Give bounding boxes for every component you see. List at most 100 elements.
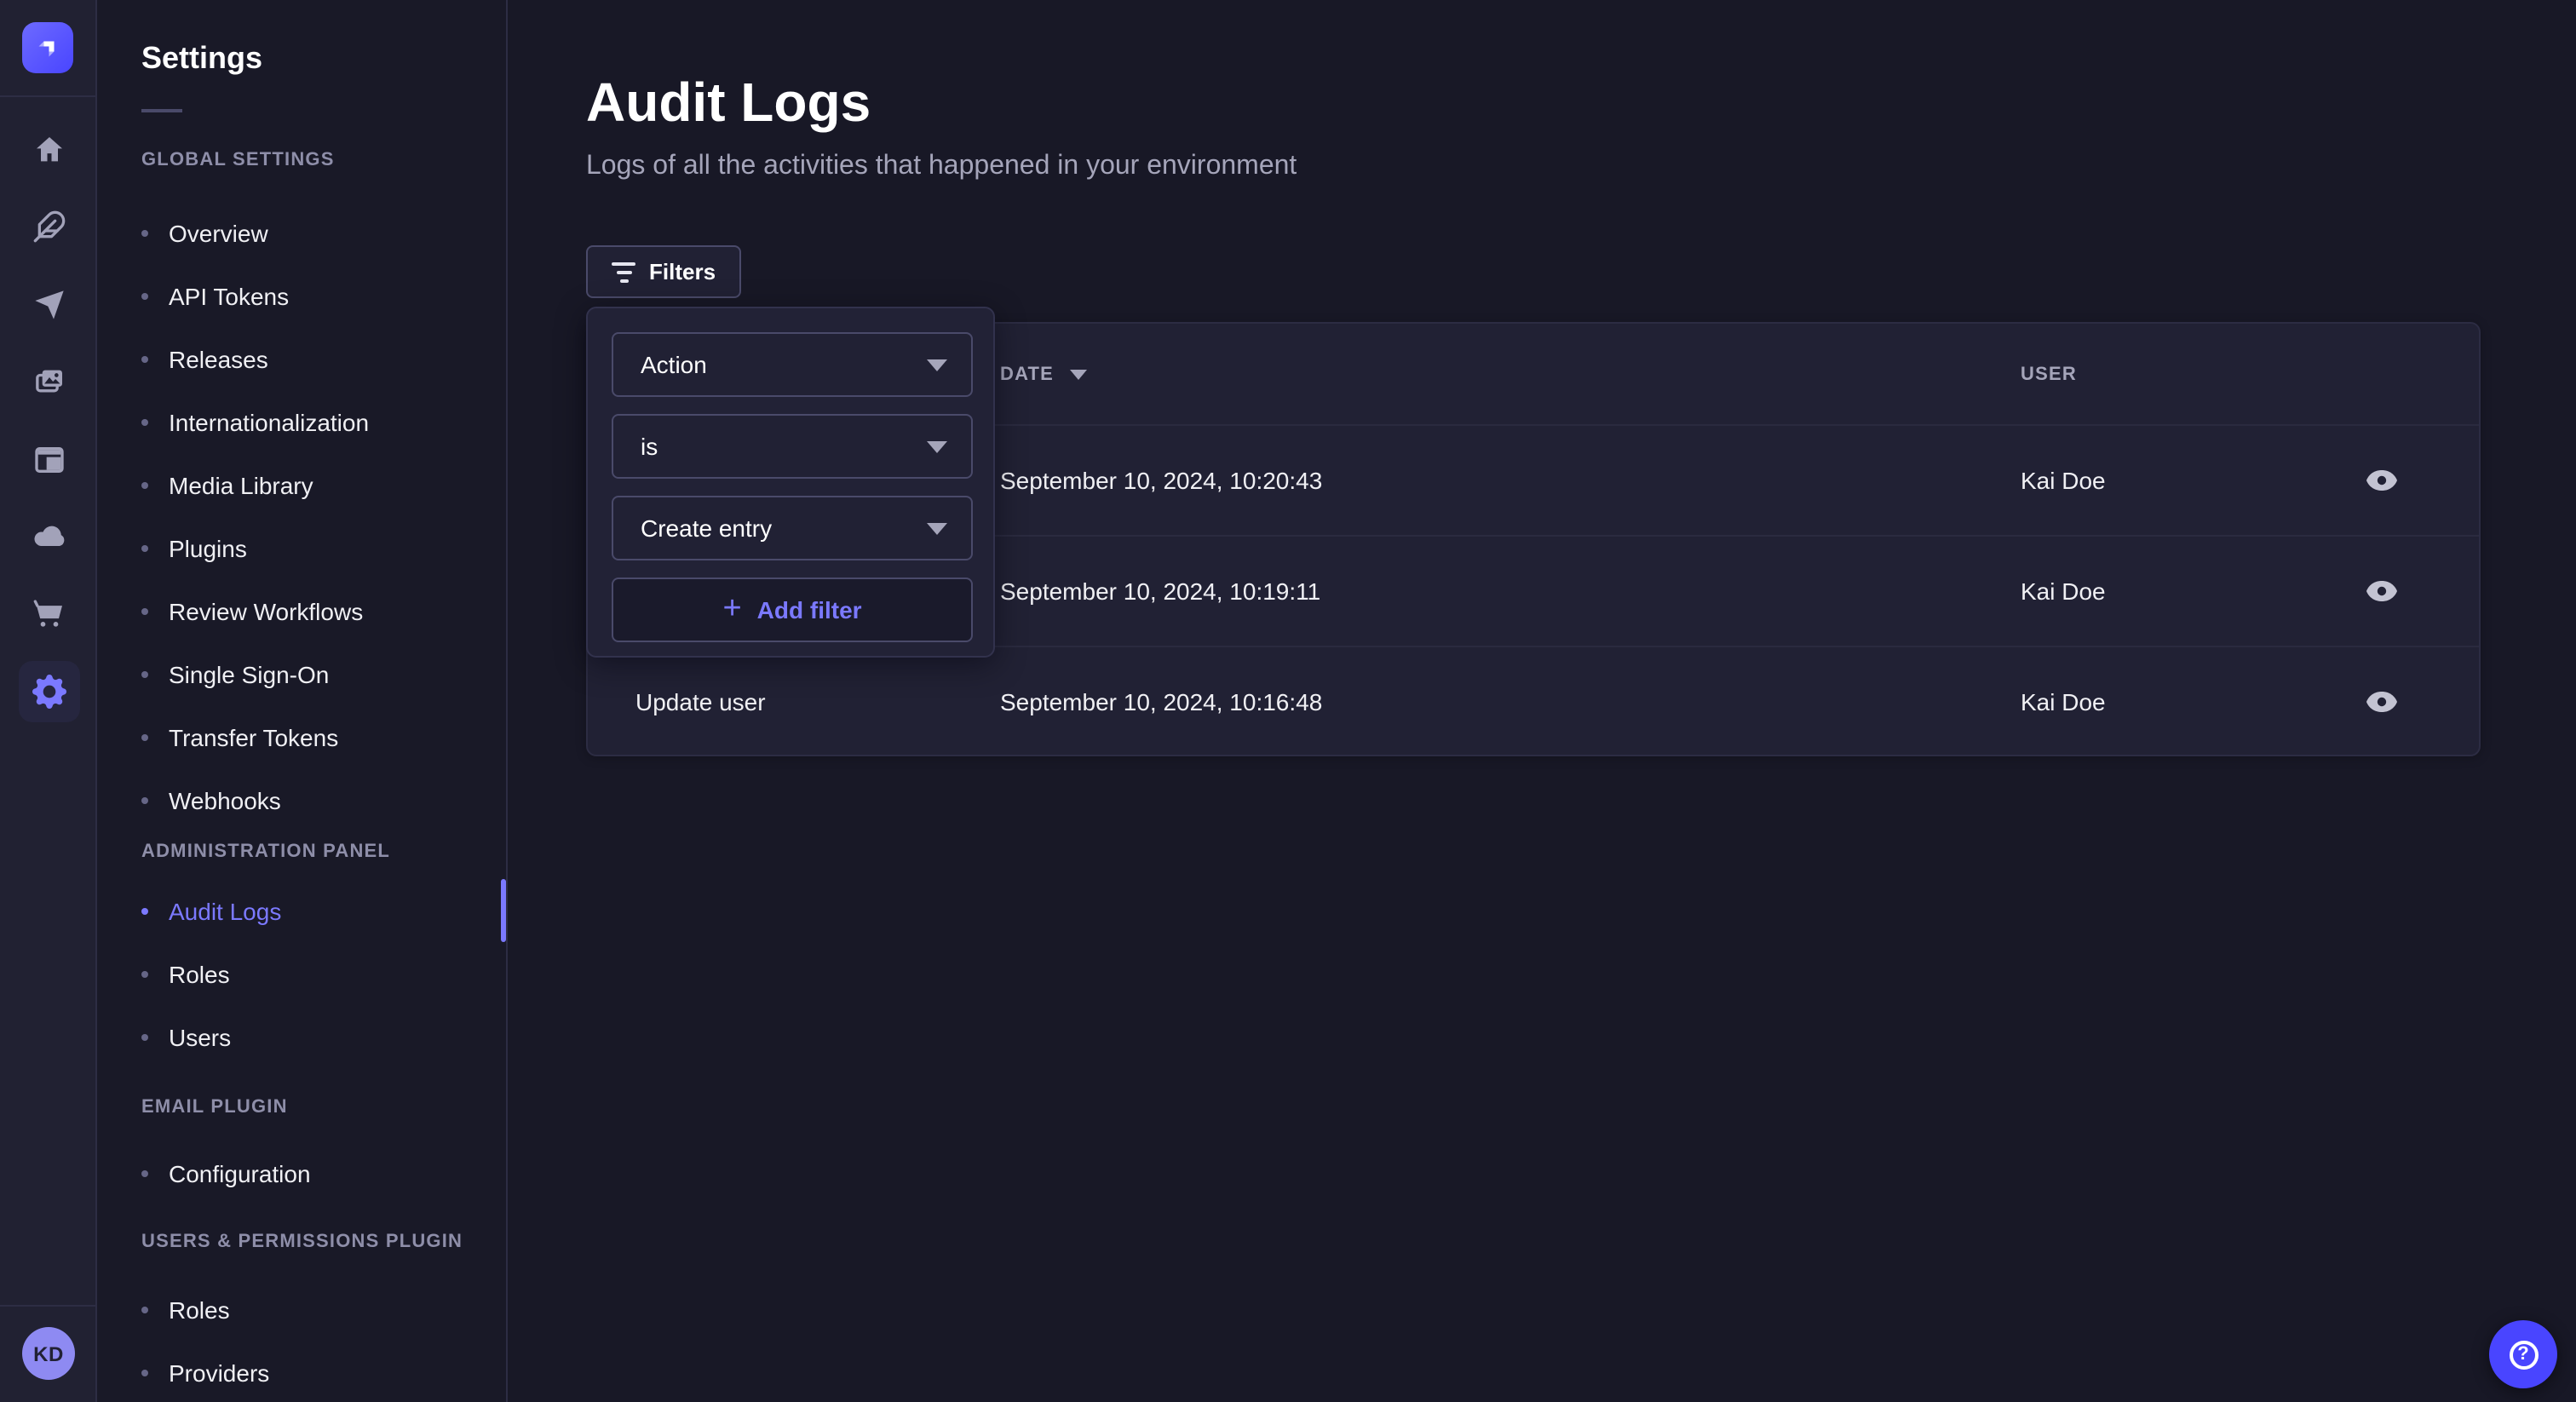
sidebar-item-label: Users — [169, 1023, 231, 1050]
sidebar-item-internationalization[interactable]: Internationalization — [97, 390, 506, 453]
strapi-logo[interactable] — [22, 22, 73, 73]
chevron-down-icon — [927, 359, 947, 371]
sidebar-item-label: Configuration — [169, 1159, 311, 1187]
sidebar-item-label: Plugins — [169, 534, 247, 561]
cell-date: September 10, 2024, 10:19:11 — [1000, 577, 2021, 605]
cell-user: Kai Doe — [2021, 467, 2283, 494]
sidebar-title-divider — [141, 109, 182, 112]
add-filter-label: Add filter — [757, 596, 862, 623]
sidebar-item-label: Releases — [169, 345, 268, 372]
filters-button-label: Filters — [649, 259, 716, 284]
sidebar-item-label: Review Workflows — [169, 597, 363, 624]
filter-value-select[interactable]: Create entry — [612, 496, 973, 560]
active-item-indicator — [501, 879, 506, 942]
sidebar-item-label: Roles — [169, 960, 230, 987]
bullet-icon — [141, 907, 148, 914]
header-user: USER — [2021, 364, 2283, 384]
add-filter-button[interactable]: + Add filter — [612, 577, 973, 642]
filters-button[interactable]: Filters — [586, 245, 741, 298]
settings-gear-icon[interactable] — [0, 653, 97, 731]
filter-field-select[interactable]: Action — [612, 332, 973, 397]
global-settings-list: Overview API Tokens Releases Internation… — [97, 201, 506, 831]
bullet-icon — [141, 796, 148, 803]
sidebar-item-audit-logs[interactable]: Audit Logs — [97, 879, 506, 942]
sidebar-item-label: Providers — [169, 1359, 269, 1386]
home-icon[interactable] — [0, 111, 97, 188]
sidebar-item-label: Transfer Tokens — [169, 723, 338, 750]
sidebar-item-plugins[interactable]: Plugins — [97, 516, 506, 579]
plus-icon: + — [722, 592, 741, 624]
filters-popover: Action is Create entry + Add filter — [586, 307, 995, 658]
sidebar-item-label: API Tokens — [169, 282, 289, 309]
settings-active-highlight — [18, 662, 79, 723]
cloud-icon[interactable] — [0, 498, 97, 576]
bullet-icon — [141, 229, 148, 236]
sidebar-item-up-roles[interactable]: Roles — [97, 1278, 506, 1341]
cell-user: Kai Doe — [2021, 577, 2283, 605]
email-plugin-list: Configuration — [97, 1141, 506, 1204]
sidebar-item-label: Internationalization — [169, 408, 369, 435]
eye-icon — [2366, 470, 2396, 491]
cell-date: September 10, 2024, 10:20:43 — [1000, 467, 2021, 494]
bullet-icon — [141, 970, 148, 977]
section-label-email-plugin: EMAIL PLUGIN — [141, 1097, 506, 1121]
sidebar-item-overview[interactable]: Overview — [97, 201, 506, 264]
avatar[interactable]: KD — [22, 1327, 75, 1380]
page-subtitle: Logs of all the activities that happened… — [586, 152, 2576, 182]
media-images-icon[interactable] — [0, 343, 97, 421]
sidebar-item-api-tokens[interactable]: API Tokens — [97, 264, 506, 327]
section-label-global-settings: GLOBAL SETTINGS — [141, 150, 506, 174]
filter-value-value: Create entry — [641, 514, 772, 542]
page-title: Audit Logs — [586, 72, 2576, 135]
sidebar-item-label: Audit Logs — [169, 897, 281, 924]
rail-icon-nav — [0, 111, 97, 731]
sidebar-item-admin-users[interactable]: Users — [97, 1005, 506, 1068]
sort-descending-icon — [1069, 369, 1086, 379]
rail-bottom-divider — [0, 1305, 95, 1307]
chevron-down-icon — [927, 522, 947, 534]
rail-divider — [0, 95, 95, 97]
sidebar-item-releases[interactable]: Releases — [97, 327, 506, 390]
table-row[interactable]: Update user September 10, 2024, 10:16:48… — [588, 646, 2479, 756]
cell-action: Update user — [588, 688, 1000, 715]
help-button[interactable]: ? — [2489, 1320, 2557, 1388]
bullet-icon — [141, 1369, 148, 1376]
nav-rail: KD — [0, 0, 97, 1402]
sidebar-item-single-sign-on[interactable]: Single Sign-On — [97, 642, 506, 705]
filter-operator-value: is — [641, 433, 658, 460]
sidebar-title: Settings — [141, 41, 506, 78]
header-date-sort[interactable]: DATE — [1000, 364, 2021, 384]
paper-plane-icon[interactable] — [0, 266, 97, 343]
sidebar-item-webhooks[interactable]: Webhooks — [97, 768, 506, 831]
sidebar-item-label: Media Library — [169, 471, 313, 498]
bullet-icon — [141, 733, 148, 740]
sidebar-item-email-configuration[interactable]: Configuration — [97, 1141, 506, 1204]
sidebar-item-transfer-tokens[interactable]: Transfer Tokens — [97, 705, 506, 768]
sidebar-item-media-library[interactable]: Media Library — [97, 453, 506, 516]
strapi-logo-icon — [32, 32, 63, 63]
chevron-down-icon — [927, 440, 947, 452]
bullet-icon — [141, 1169, 148, 1176]
bullet-icon — [141, 544, 148, 551]
sidebar-item-review-workflows[interactable]: Review Workflows — [97, 579, 506, 642]
feather-icon[interactable] — [0, 188, 97, 266]
shopping-cart-icon[interactable] — [0, 576, 97, 653]
filter-icon — [612, 261, 635, 282]
sidebar-item-label: Roles — [169, 1296, 230, 1323]
cell-date: September 10, 2024, 10:16:48 — [1000, 688, 2021, 715]
strapi-admin-app: KD Settings GLOBAL SETTINGS Overview API… — [0, 0, 2576, 1402]
filter-operator-select[interactable]: is — [612, 414, 973, 479]
eye-icon — [2366, 692, 2396, 712]
filter-field-value: Action — [641, 351, 707, 378]
bullet-icon — [141, 1306, 148, 1313]
view-details-button[interactable] — [2359, 685, 2403, 719]
view-details-button[interactable] — [2359, 463, 2403, 497]
bullet-icon — [141, 418, 148, 425]
sidebar-item-label: Overview — [169, 219, 268, 246]
sidebar-item-up-providers[interactable]: Providers — [97, 1341, 506, 1402]
layout-window-icon[interactable] — [0, 421, 97, 498]
sidebar-item-admin-roles[interactable]: Roles — [97, 942, 506, 1005]
view-details-button[interactable] — [2359, 574, 2403, 608]
bullet-icon — [141, 670, 148, 677]
eye-icon — [2366, 581, 2396, 601]
